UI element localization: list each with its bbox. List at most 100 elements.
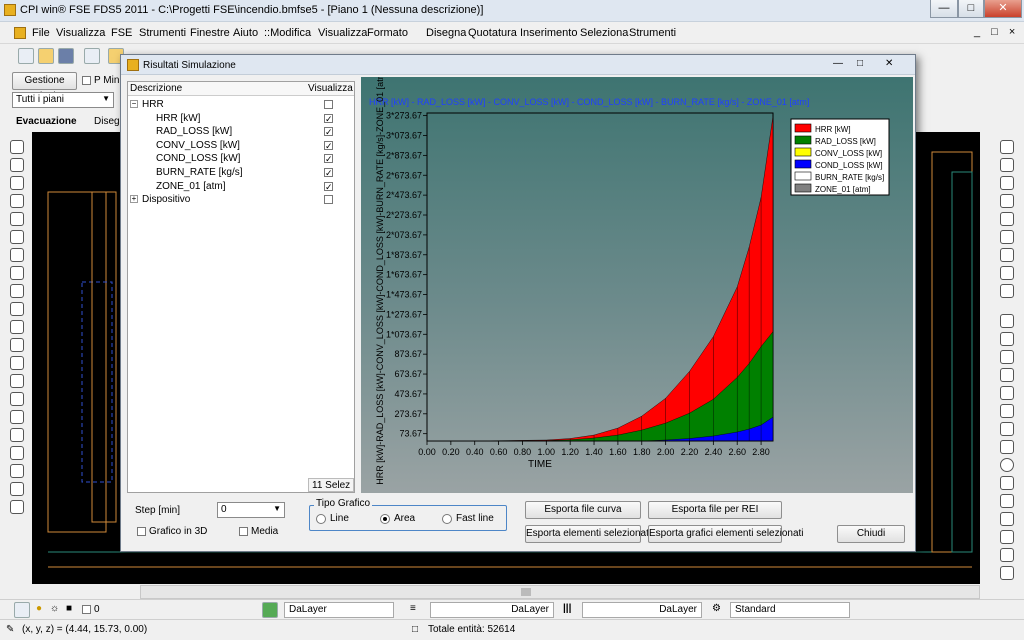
snap-curve-icon[interactable] — [1000, 248, 1014, 262]
snap-tangent-icon[interactable] — [1000, 284, 1014, 298]
view-top-icon[interactable] — [10, 284, 24, 298]
zoom-window-icon[interactable] — [10, 176, 24, 190]
menu-aiuto[interactable]: Aiuto — [233, 27, 258, 39]
current-layer-field[interactable]: DaLayer — [284, 602, 394, 618]
view-right-icon[interactable] — [10, 338, 24, 352]
column-descrizione[interactable]: Descrizione — [130, 83, 182, 94]
zoom-previous-icon[interactable] — [10, 158, 24, 172]
orbit-icon[interactable] — [10, 266, 24, 280]
dimension-icon[interactable] — [1000, 140, 1014, 154]
zoom-out-icon[interactable] — [10, 230, 24, 244]
triangle-icon[interactable] — [1000, 440, 1014, 454]
iso-sw-icon[interactable] — [10, 392, 24, 406]
menu-disegna[interactable]: Disegna — [426, 27, 466, 39]
export-elements-button[interactable]: Esporta elementi selezionati — [525, 525, 651, 543]
visualizza-checkbox[interactable]: ✓ — [324, 181, 333, 191]
zoom-realtime-icon[interactable] — [10, 140, 24, 154]
horizontal-scrollbar[interactable] — [140, 585, 980, 599]
lightbulb-icon[interactable]: ● — [36, 603, 42, 614]
layer-color-swatch[interactable] — [82, 605, 91, 614]
polyline-icon[interactable] — [1000, 332, 1014, 346]
radio-fast-line[interactable] — [442, 514, 452, 524]
export-curve-button[interactable]: Esporta file curva — [525, 501, 641, 519]
spline-icon[interactable] — [1000, 368, 1014, 382]
save-icon[interactable] — [58, 48, 74, 64]
visualizza-checkbox[interactable] — [324, 100, 333, 109]
menu-fse[interactable]: FSE — [111, 27, 132, 39]
layer-manager-icon[interactable] — [14, 602, 30, 618]
arc-icon[interactable] — [1000, 386, 1014, 400]
textstyle-field[interactable]: Standard — [730, 602, 850, 618]
snap-icon[interactable] — [1000, 194, 1014, 208]
view-front-icon[interactable] — [10, 356, 24, 370]
tree-row[interactable]: + Dispositivo — [128, 193, 354, 207]
menu-strumenti-2[interactable]: Strumenti — [629, 27, 676, 39]
line-icon[interactable] — [1000, 314, 1014, 328]
menu-file[interactable]: File — [32, 27, 50, 39]
block-icon[interactable] — [1000, 512, 1014, 526]
export-rei-button[interactable]: Esporta file per REI — [648, 501, 782, 519]
new-file-icon[interactable] — [18, 48, 34, 64]
menu-strumenti[interactable]: Strumenti — [139, 27, 186, 39]
iso-se-icon[interactable] — [10, 410, 24, 424]
layers-icon[interactable] — [10, 464, 24, 478]
piani-select[interactable]: Tutti i piani ▼ — [12, 92, 114, 108]
menu-inserimento[interactable]: Inserimento — [520, 27, 577, 39]
snap-midpoint-icon[interactable] — [1000, 230, 1014, 244]
chart-area[interactable]: HRR [kW] - RAD_LOSS [kW] - CONV_LOSS [kW… — [361, 69, 913, 493]
tree-row[interactable]: − HRR — [128, 98, 354, 112]
grafico-3d-checkbox[interactable] — [137, 527, 146, 536]
tree-row[interactable]: CONV_LOSS [kW] ✓ — [128, 139, 354, 153]
dialog-minimize-icon[interactable]: — — [833, 58, 843, 69]
sun-icon[interactable]: ☼ — [50, 603, 59, 614]
gestione-piani-button[interactable]: Gestione Piani — [12, 72, 77, 102]
export-charts-button[interactable]: Esporta grafici elementi selezionati — [648, 525, 804, 543]
visualizza-checkbox[interactable] — [324, 195, 333, 205]
minimize-button[interactable]: — — [930, 0, 958, 18]
zoom-dynamic-icon[interactable] — [10, 194, 24, 208]
close-button[interactable]: ✕ — [984, 0, 1022, 18]
tree-row[interactable]: ZONE_01 [atm] ✓ — [128, 180, 354, 194]
ucs-icon[interactable] — [10, 446, 24, 460]
menu-finestre[interactable]: Finestre — [190, 27, 230, 39]
media-checkbox[interactable] — [239, 527, 248, 536]
visualizza-checkbox[interactable]: ✓ — [324, 113, 333, 123]
close-dialog-button[interactable]: Chiudi — [837, 525, 905, 543]
insert-icon[interactable] — [1000, 548, 1014, 562]
lock-icon[interactable]: ■ — [66, 603, 72, 614]
cross-icon[interactable] — [1000, 404, 1014, 418]
open-folder-icon[interactable] — [38, 48, 54, 64]
radio-area[interactable] — [380, 514, 390, 524]
table-icon[interactable] — [1000, 566, 1014, 580]
print-icon[interactable] — [84, 48, 100, 64]
menu-seleziona[interactable]: Seleziona — [580, 27, 628, 39]
zoom-extents-icon[interactable] — [10, 482, 24, 496]
view-left-icon[interactable] — [10, 320, 24, 334]
p-min-checkbox[interactable] — [82, 76, 91, 85]
collapse-icon[interactable]: − — [130, 100, 138, 108]
point-icon[interactable] — [1000, 494, 1014, 508]
maximize-button[interactable]: □ — [958, 0, 984, 18]
evacuazione-tab[interactable]: Evacuazione — [16, 116, 77, 127]
mdi-controls[interactable]: _ □ × — [974, 26, 1019, 38]
diamond-icon[interactable] — [1000, 530, 1014, 544]
text-us-icon[interactable] — [1000, 158, 1014, 172]
view-bottom-icon[interactable] — [10, 302, 24, 316]
lineweight-field[interactable]: DaLayer — [582, 602, 702, 618]
tree-row[interactable]: RAD_LOSS [kW] ✓ — [128, 125, 354, 139]
snap-perpendicular-icon[interactable] — [1000, 266, 1014, 280]
scroll-thumb[interactable] — [521, 588, 531, 596]
dialog-close-icon[interactable]: ✕ — [885, 58, 893, 69]
visualizza-checkbox[interactable]: ✓ — [324, 168, 333, 178]
visualizza-checkbox[interactable]: ✓ — [324, 140, 333, 150]
linetype-field[interactable]: DaLayer — [430, 602, 554, 618]
view-back-icon[interactable] — [10, 374, 24, 388]
dialog-maximize-icon[interactable]: □ — [857, 58, 863, 69]
iso-ne-icon[interactable] — [10, 428, 24, 442]
rectangle-icon[interactable] — [1000, 422, 1014, 436]
zoom-all-icon[interactable] — [10, 500, 24, 514]
visualizza-checkbox[interactable]: ✓ — [324, 127, 333, 137]
expand-icon[interactable]: + — [130, 195, 138, 204]
pan-icon[interactable] — [10, 248, 24, 262]
menu-visualizza-2[interactable]: Visualizza — [318, 27, 367, 39]
